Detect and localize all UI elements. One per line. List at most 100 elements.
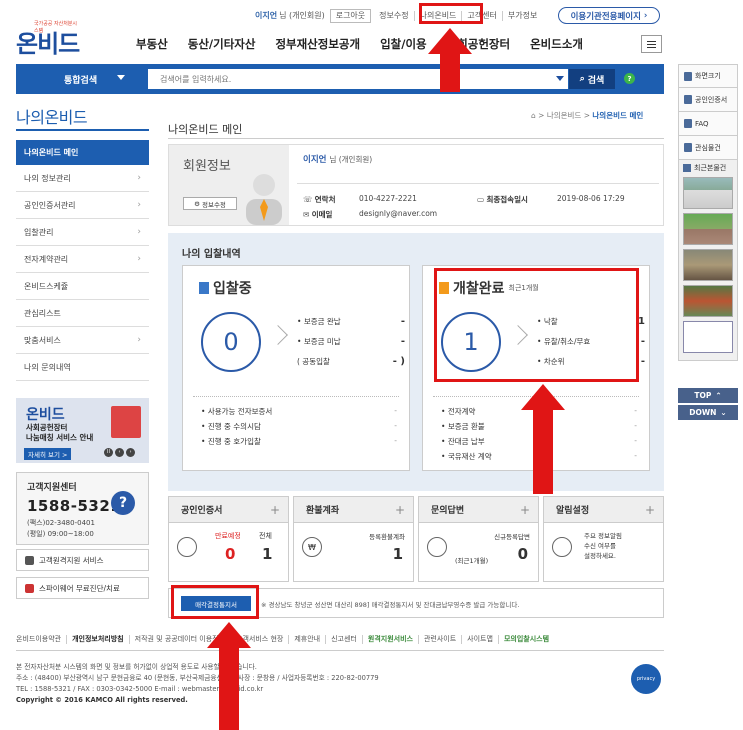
search-input[interactable] [148,69,568,89]
certificate-icon [177,537,197,557]
bidding-count[interactable]: 0 [201,312,261,372]
gnb-item[interactable]: 정부재산정보공개 [275,36,360,52]
edit-profile-button[interactable]: ⚙ 정보수정 [183,197,237,210]
certificate-icon [684,95,692,104]
left-title: 나의온비드 [16,108,88,127]
chevron-right-icon: › [137,200,141,210]
recent-items: 최근본물건 [678,160,738,361]
tile-certificate[interactable]: 공인인증서 + 만료예정 0 전체 1 [168,496,289,582]
chevron-down-icon[interactable] [556,76,564,81]
annotation-arrow [521,384,565,494]
home-icon[interactable]: ⌂ [531,111,536,120]
promo-banner[interactable]: 온비드 사회공헌장터 나눔매칭 서비스 안내 자세히 보기 > II ‹ › [16,398,149,463]
page-title: 나의온비드 메인 [168,123,243,136]
faq-icon [684,119,692,128]
mail-icon: ✉ [303,210,310,219]
quick-faq[interactable]: FAQ [678,112,738,136]
chevron-down-icon: ⌄ [720,408,727,417]
quick-interest[interactable]: 관심물건 [678,136,738,160]
next-icon[interactable]: › [126,448,135,457]
plus-icon[interactable]: + [270,503,280,517]
bidding-card: 입찰중 0 • 보증금 완납 - • 보증금 미납 - ( 공동입찰 - ) • 사용… [182,265,410,471]
highlight-box [434,268,639,382]
plus-icon[interactable]: + [645,503,655,517]
search-bar: 통합검색 ⌕검색 ? [16,64,664,94]
phone-number: 1588-5321 [27,497,122,515]
chevron-down-icon [117,75,125,80]
tile-refund[interactable]: 환불계좌 + ₩ 등록환불계좌 1 [293,496,414,582]
pause-icon[interactable]: II [104,448,113,457]
chat-icon [427,537,447,557]
plus-icon[interactable]: + [520,503,530,517]
gnb-item[interactable]: 부동산 [136,36,168,52]
footer-nav: 온비드이용약관 개인정보처리방침 저작권 및 공공데이터 이용정책 고객서비스 … [16,635,550,644]
search-scope-select[interactable]: 통합검색 [64,73,97,86]
clock-icon [552,537,572,557]
utility-bar: 이지언 님 (개인회원) 로그아웃 정보수정 나의온비드 고객센터 부가정보 [250,8,542,24]
gnb-item[interactable]: 동산/기타자산 [188,36,256,52]
recent-thumb[interactable] [683,177,733,209]
left-menu-item[interactable]: 관심리스트 [16,300,149,327]
highlight-box [171,585,259,619]
quick-menu: 화면크기 공인인증서 FAQ 관심물건 최근본물건 [678,64,738,361]
left-menu-item[interactable]: 나의 문의내역 [16,354,149,381]
question-icon: ? [111,491,135,515]
divider [168,138,664,139]
left-menu-item[interactable]: 맞춤서비스 › [16,327,149,354]
chevron-right-icon: › [137,173,141,183]
left-menu: 나의온비드 메인 나의 정보관리 › 공인인증서관리 › 입찰관리 › 전자계약관리 ›… [16,140,149,381]
customer-center-box: 고객지원센터 1588-5321 (팩스)02-3480-0401 (평일) 09… [16,472,149,545]
banner-more-button[interactable]: 자세히 보기 > [24,448,72,460]
tile-inquiry[interactable]: 문의답변 + 신규등록답변 (최근1개월) 0 [418,496,539,582]
footer-info: 본 전자자산처분 시스템의 화면 및 정보를 허가없이 상업적 용도로 사용할 … [16,663,379,704]
gnb-item[interactable]: 입찰/이용 [380,36,427,52]
agency-page-button[interactable]: 이용기관전용페이지 › [558,7,660,24]
spyware-button[interactable]: 스파이웨어 무료진단/치료 [16,577,149,599]
recent-thumb[interactable] [683,321,733,353]
chevron-right-icon: › [137,227,141,237]
edit-info-link[interactable]: 정보수정 [374,11,415,21]
remote-support-button[interactable]: 고객원격지원 서비스 [16,549,149,571]
divider [16,129,149,131]
chevron-right-icon: › [137,254,141,264]
left-menu-item[interactable]: 공인인증서관리 › [16,192,149,219]
recent-thumb[interactable] [683,213,733,245]
annotation-arrow [428,28,472,92]
phone-icon: ☏ [303,195,313,204]
left-menu-item[interactable]: 전자계약관리 › [16,246,149,273]
quick-screen-size[interactable]: 화면크기 [678,64,738,88]
monitor-icon: ▭ [477,195,485,204]
tile-alerts[interactable]: 알림설정 + 주요 정보알림 수신 여부를 설정하세요. [543,496,664,582]
onbid-logo[interactable]: 국가공공 자산처분시스템 온비드 [16,21,80,59]
annotation-arrow [207,622,251,730]
avatar [246,174,282,225]
plus-icon[interactable]: + [395,503,405,517]
prev-icon[interactable]: ‹ [115,448,124,457]
quick-certificate[interactable]: 공인인증서 [678,88,738,112]
search-button[interactable]: ⌕ 검색 [569,69,615,89]
heart-icon [684,143,692,152]
user-name: 이지언 [255,11,278,20]
down-button[interactable]: DOWN ⌄ [678,405,738,420]
top-button[interactable]: TOP ⌃ [678,388,738,403]
recent-icon [683,164,691,172]
breadcrumb: ⌂ > 나의온비드 > 나의온비드 메인 [531,111,644,120]
logout-button[interactable]: 로그아웃 [329,9,372,23]
left-menu-item[interactable]: 나의온비드 메인 [16,140,149,165]
privacy-cert-icon: privacy [631,664,661,694]
won-icon: ₩ [302,537,322,557]
gnb-item[interactable]: 온비드소개 [530,36,583,52]
document-icon [199,282,209,294]
extra-info-link[interactable]: 부가정보 [503,11,542,21]
gear-icon: ⚙ [194,199,200,208]
main-navigation: 부동산 동산/기타자산 정부재산정보공개 입찰/이용 사회공헌장터 온비드소개 [136,36,603,52]
menu-icon[interactable] [641,35,662,53]
recent-thumb[interactable] [683,285,733,317]
chevron-right-icon: › [137,335,141,345]
left-menu-item[interactable]: 입찰관리 › [16,219,149,246]
recent-thumb[interactable] [683,249,733,281]
left-menu-item[interactable]: 온비드스케쥴 [16,273,149,300]
help-icon[interactable]: ? [624,73,635,84]
left-menu-item[interactable]: 나의 정보관리 › [16,165,149,192]
search-icon: ⌕ [579,74,585,84]
